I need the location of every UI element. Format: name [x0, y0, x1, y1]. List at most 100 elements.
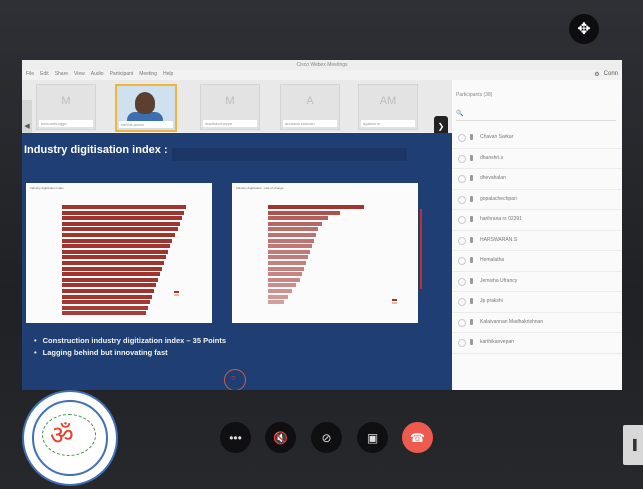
chart-bar: [62, 300, 150, 305]
participant-row[interactable]: harihrana rs 02391: [452, 210, 622, 231]
stop-video-button[interactable]: ⊘: [311, 422, 342, 453]
video-thumbnail[interactable]: A anurada siduvan: [280, 84, 340, 130]
chart-bar: [268, 221, 322, 226]
presentation-slide: Industry digitisation index : Industry d…: [22, 133, 452, 390]
avatar-icon: [458, 134, 466, 142]
end-meeting-button[interactable]: ☎: [402, 422, 433, 453]
exit-fullscreen-button[interactable]: ✥: [569, 14, 599, 44]
shared-screen: Cisco Webex Meetings File Edit Share Vie…: [22, 60, 622, 390]
top-right-icons: ⚙ Conn: [594, 71, 618, 78]
chart-bar: [62, 221, 180, 226]
participant-row[interactable]: HARSWARAN.S: [452, 231, 622, 251]
chart-bar: [62, 311, 146, 316]
participants-panel: Participants (38) 🔍 Chavan Sarkar dhansh…: [452, 80, 622, 390]
participant-row[interactable]: Hemalatha: [452, 251, 622, 272]
slide-title: Industry digitisation index :: [24, 144, 168, 156]
avatar-icon: [458, 257, 466, 265]
chart-industry-digitization: Industry digitization index: [26, 183, 212, 323]
video-thumbnail[interactable]: M madhavcheppe: [200, 84, 260, 130]
chart-bar: [268, 227, 318, 232]
menu-participant[interactable]: Participant: [110, 70, 134, 79]
mic-icon: [470, 175, 473, 181]
chart-bar: [268, 272, 302, 277]
video-thumbnail-strip: ◀ M kurkumburgge karthik.adam M madhavch…: [22, 80, 452, 152]
chart-bar: [268, 266, 304, 271]
mic-icon: [470, 154, 473, 161]
menu-view[interactable]: View: [74, 70, 85, 79]
menu-share[interactable]: Share: [55, 70, 68, 79]
more-options-button[interactable]: •••: [220, 422, 251, 453]
menu-meeting[interactable]: Meeting: [139, 70, 157, 79]
active-speaker-thumbnail[interactable]: karthik.adam: [115, 84, 177, 132]
chart-bar: [268, 255, 308, 260]
chart-bar: [62, 294, 152, 299]
meeting-controls: ••• 🔇 ⊘ ▣ ☎: [220, 422, 440, 454]
mic-icon: [470, 257, 473, 263]
avatar-initials: A: [306, 95, 314, 107]
more-icon: •••: [229, 430, 242, 445]
participant-row[interactable]: dhevahalan: [452, 169, 622, 190]
mic-icon: [470, 134, 473, 140]
participant-name: anurada siduvan: [283, 120, 337, 127]
chart-bar: [268, 294, 288, 299]
mic-icon: [470, 195, 473, 202]
share-content-button[interactable]: ▣: [357, 422, 388, 453]
om-symbol-icon: ॐ: [50, 420, 74, 450]
chart-bar: [268, 210, 340, 215]
chart-bar: [62, 205, 186, 209]
mic-icon: [470, 277, 473, 284]
chart-legend: [174, 291, 188, 299]
mic-icon: [470, 318, 473, 325]
share-icon: ▣: [366, 430, 379, 445]
chart-bar: [62, 249, 168, 254]
video-thumbnail[interactable]: M kurkumburgge: [36, 84, 96, 130]
chart-bar: [62, 238, 172, 243]
chart-bar: [268, 300, 284, 305]
side-panel-toggle[interactable]: ▐: [623, 425, 643, 465]
avatar-initials: AM: [379, 95, 397, 107]
video-off-icon: ⊘: [321, 430, 332, 445]
search-icon: 🔍: [456, 111, 464, 117]
avatar-icon: [458, 318, 466, 327]
participant-row[interactable]: Jemisha Ufrancy: [452, 272, 622, 292]
participant-row[interactable]: Chavan Sarkar: [452, 128, 622, 149]
chart-bar: [62, 289, 154, 293]
menu-audio[interactable]: Audio: [91, 70, 104, 79]
participant-name: ayalam m: [361, 120, 415, 127]
chart-bar: [62, 244, 170, 249]
chart-bar: [62, 272, 160, 277]
avatar-icon: [458, 216, 466, 224]
chart-bar: [62, 277, 158, 282]
participant-row[interactable]: Jp prakshi: [452, 292, 622, 313]
chart-bar: [62, 266, 162, 271]
chart-bar: [62, 255, 166, 260]
avatar-initials: M: [61, 95, 71, 107]
participant-name: karthik.adam: [119, 121, 173, 128]
end-call-icon: ☎: [410, 430, 425, 445]
mute-button[interactable]: 🔇: [265, 422, 296, 453]
menu-edit[interactable]: Edit: [40, 70, 49, 79]
chart-bar: [62, 210, 184, 215]
title-underline: [172, 148, 407, 161]
menu-bar: File Edit Share View Audio Participant M…: [22, 70, 456, 79]
participant-row[interactable]: gopalachechpari: [452, 190, 622, 210]
avatar-icon: [458, 195, 466, 204]
avatar-icon: [458, 154, 466, 163]
mic-icon: [470, 216, 473, 222]
slide-logo: ○: [224, 369, 246, 390]
participant-row[interactable]: Kalaivannan Madhakrishnan: [452, 313, 622, 333]
menu-file[interactable]: File: [26, 70, 34, 79]
video-thumbnail[interactable]: AM ayalam m: [358, 84, 418, 130]
chart-bar: [268, 249, 310, 254]
chart-legend: [392, 299, 406, 307]
mic-icon: [470, 236, 473, 243]
participants-search[interactable]: 🔍: [456, 110, 616, 121]
chart-header: Industry digitization - rate of change: [236, 186, 284, 190]
chart-bar: [62, 216, 182, 221]
menu-help[interactable]: Help: [163, 70, 173, 79]
avatar-icon: [458, 298, 466, 306]
participant-row[interactable]: karthikanvepan: [452, 333, 622, 354]
settings-icon[interactable]: ⚙: [594, 71, 599, 78]
chart-bar: [268, 283, 296, 288]
participant-row[interactable]: dhanshri.s: [452, 149, 622, 169]
